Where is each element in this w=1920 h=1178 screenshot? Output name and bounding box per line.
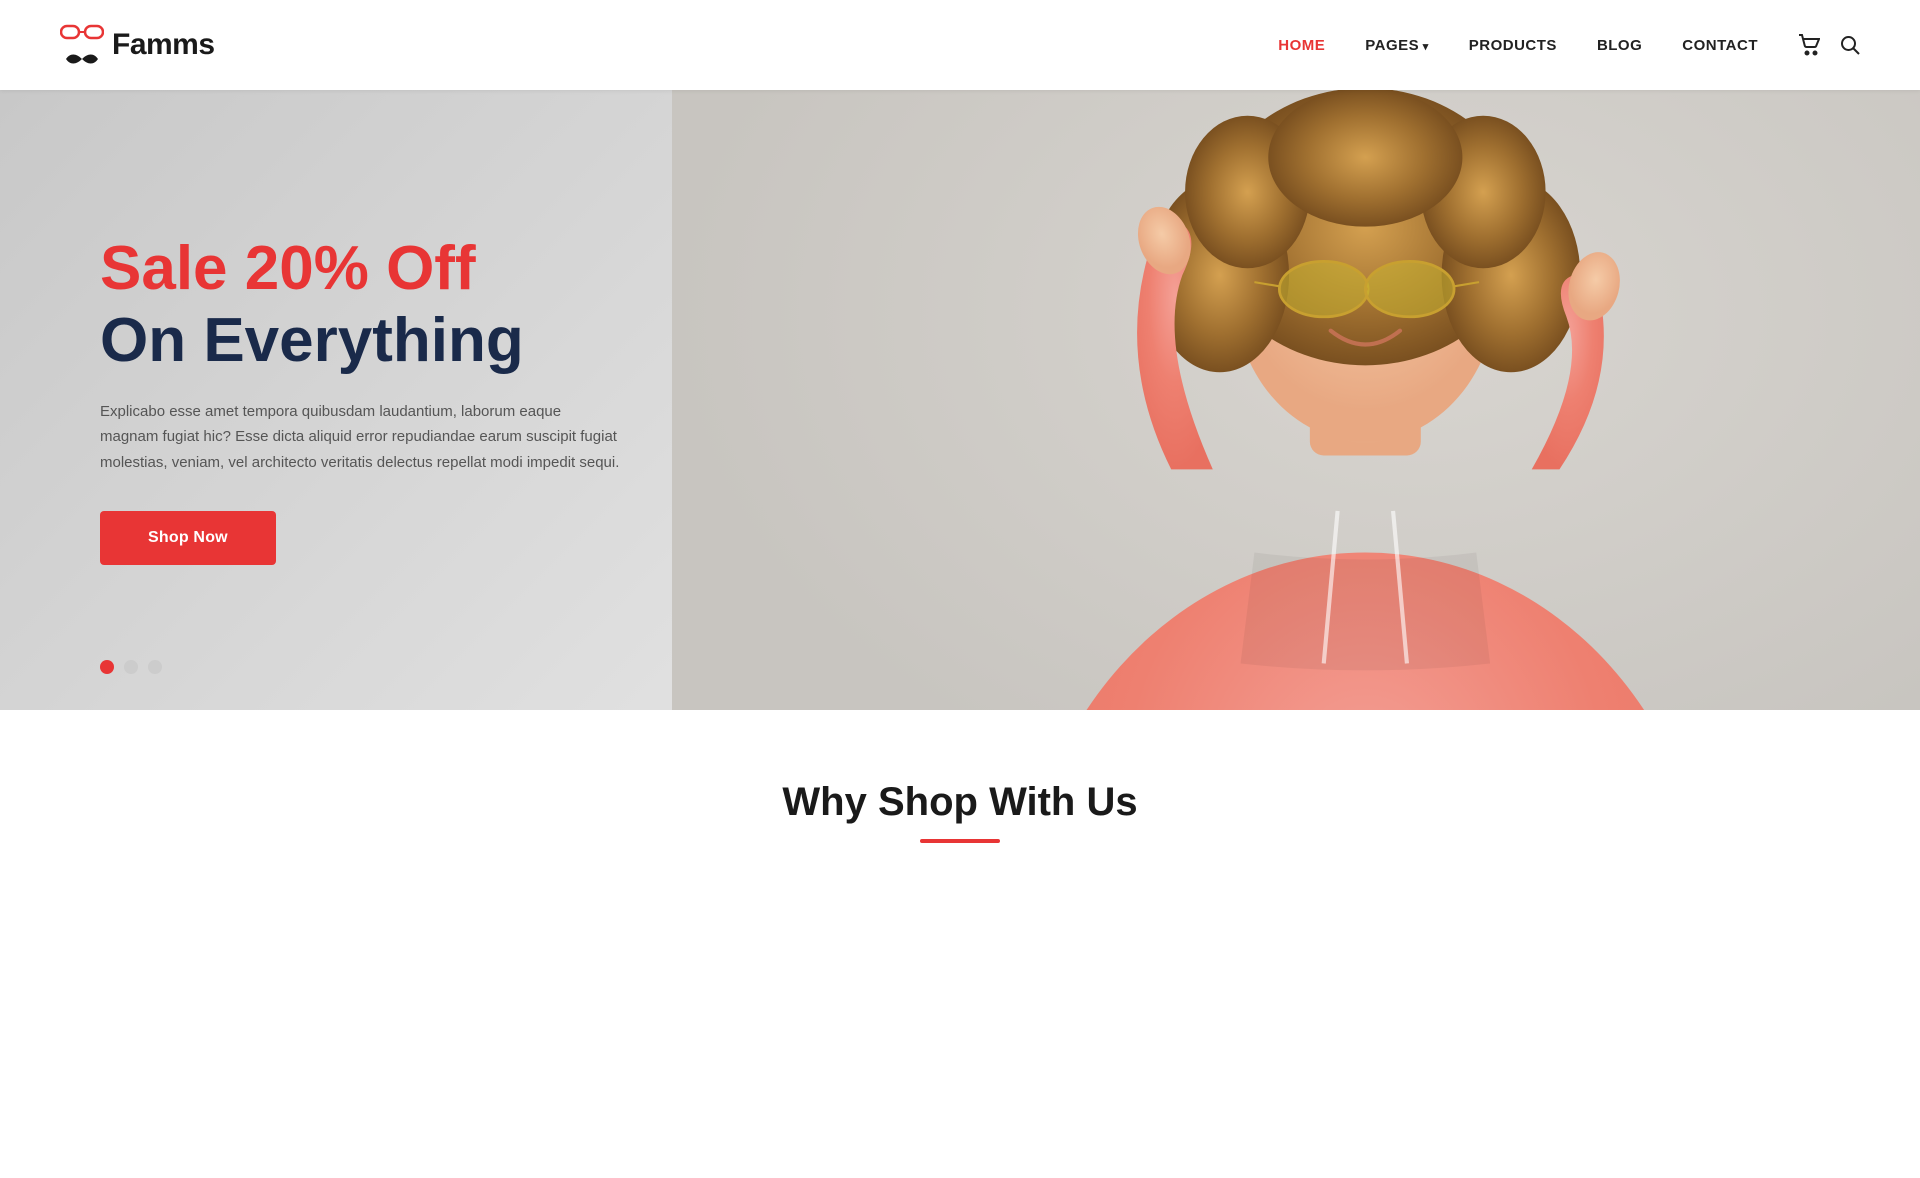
header: Famms HOME PAGES PRODUCTS BLOG CONTACT <box>0 0 1920 90</box>
logo[interactable]: Famms <box>60 20 215 70</box>
hero-section: Sale 20% Off On Everything Explicabo ess… <box>0 90 1920 710</box>
nav-blog[interactable]: BLOG <box>1597 37 1642 54</box>
mustache-icon <box>64 50 100 70</box>
nav-pages[interactable]: PAGES <box>1365 37 1428 54</box>
carousel-dot-3[interactable] <box>148 660 162 674</box>
logo-icon <box>60 20 104 70</box>
why-shop-underline <box>920 839 1000 843</box>
brand-name: Famms <box>112 28 215 62</box>
hero-sale-text: Sale 20% Off <box>100 235 620 303</box>
glasses-icon <box>60 20 104 48</box>
cart-button[interactable] <box>1798 34 1820 56</box>
shop-now-button[interactable]: Shop Now <box>100 511 276 565</box>
hero-content: Sale 20% Off On Everything Explicabo ess… <box>0 235 620 566</box>
nav-products[interactable]: PRODUCTS <box>1469 37 1557 54</box>
hero-description: Explicabo esse amet tempora quibusdam la… <box>100 399 620 476</box>
main-nav: HOME PAGES PRODUCTS BLOG CONTACT <box>1278 34 1860 56</box>
nav-icons <box>1798 34 1860 56</box>
nav-contact[interactable]: CONTACT <box>1682 37 1758 54</box>
hero-image-area <box>672 90 1920 710</box>
search-button[interactable] <box>1840 35 1860 55</box>
why-shop-section: Why Shop With Us <box>0 710 1920 883</box>
why-shop-title: Why Shop With Us <box>782 780 1137 825</box>
hero-tagline: On Everything <box>100 307 620 375</box>
nav-home[interactable]: HOME <box>1278 37 1325 54</box>
carousel-dots <box>100 660 162 674</box>
carousel-dot-2[interactable] <box>124 660 138 674</box>
hero-svg <box>672 90 1920 710</box>
carousel-dot-1[interactable] <box>100 660 114 674</box>
